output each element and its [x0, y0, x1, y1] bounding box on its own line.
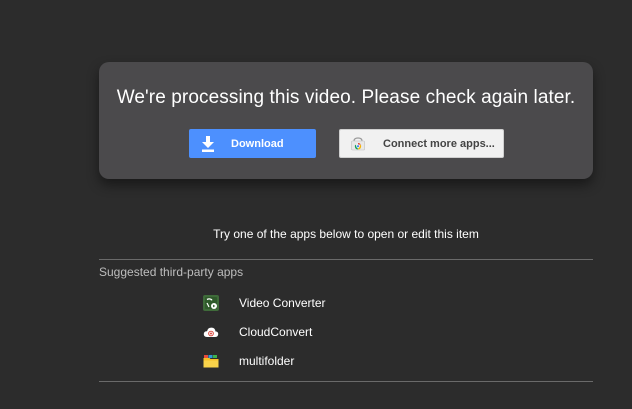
app-item-cloudconvert[interactable]: CloudConvert: [203, 317, 326, 346]
processing-message: We're processing this video. Please chec…: [116, 87, 576, 108]
suggested-apps-heading: Suggested third-party apps: [99, 265, 244, 279]
app-name: Video Converter: [239, 295, 326, 310]
divider: [99, 259, 593, 260]
app-name: CloudConvert: [239, 324, 313, 339]
cloudconvert-icon: [203, 324, 219, 340]
try-apps-hint: Try one of the apps below to open or edi…: [213, 227, 479, 241]
suggested-apps-list: Video Converter CloudConvert multifolder: [203, 288, 326, 375]
app-item-video-converter[interactable]: Video Converter: [203, 288, 326, 317]
download-label: Download: [231, 137, 284, 150]
video-converter-icon: [203, 294, 219, 311]
chrome-web-store-icon: [350, 136, 366, 152]
download-icon: [201, 135, 215, 152]
app-item-multifolder[interactable]: multifolder: [203, 346, 326, 375]
page: We're processing this video. Please chec…: [0, 0, 632, 409]
app-name: multifolder: [239, 353, 295, 368]
connect-more-apps-label: Connect more apps...: [383, 137, 495, 150]
divider: [99, 381, 593, 382]
download-button[interactable]: Download: [189, 129, 316, 158]
processing-card: We're processing this video. Please chec…: [99, 62, 593, 179]
multifolder-icon: [203, 353, 219, 369]
connect-more-apps-button[interactable]: Connect more apps...: [339, 129, 504, 158]
